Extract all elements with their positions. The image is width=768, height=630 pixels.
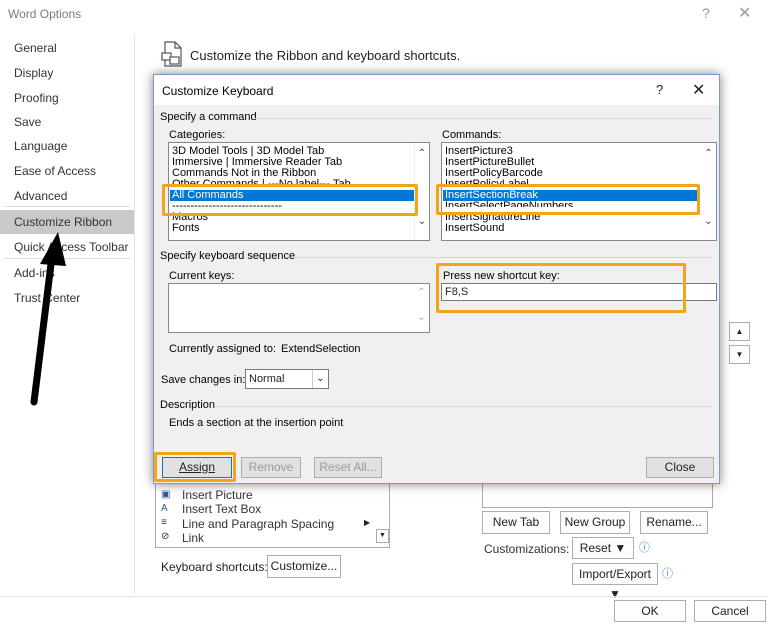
annotation-arrow-icon — [30, 232, 66, 406]
